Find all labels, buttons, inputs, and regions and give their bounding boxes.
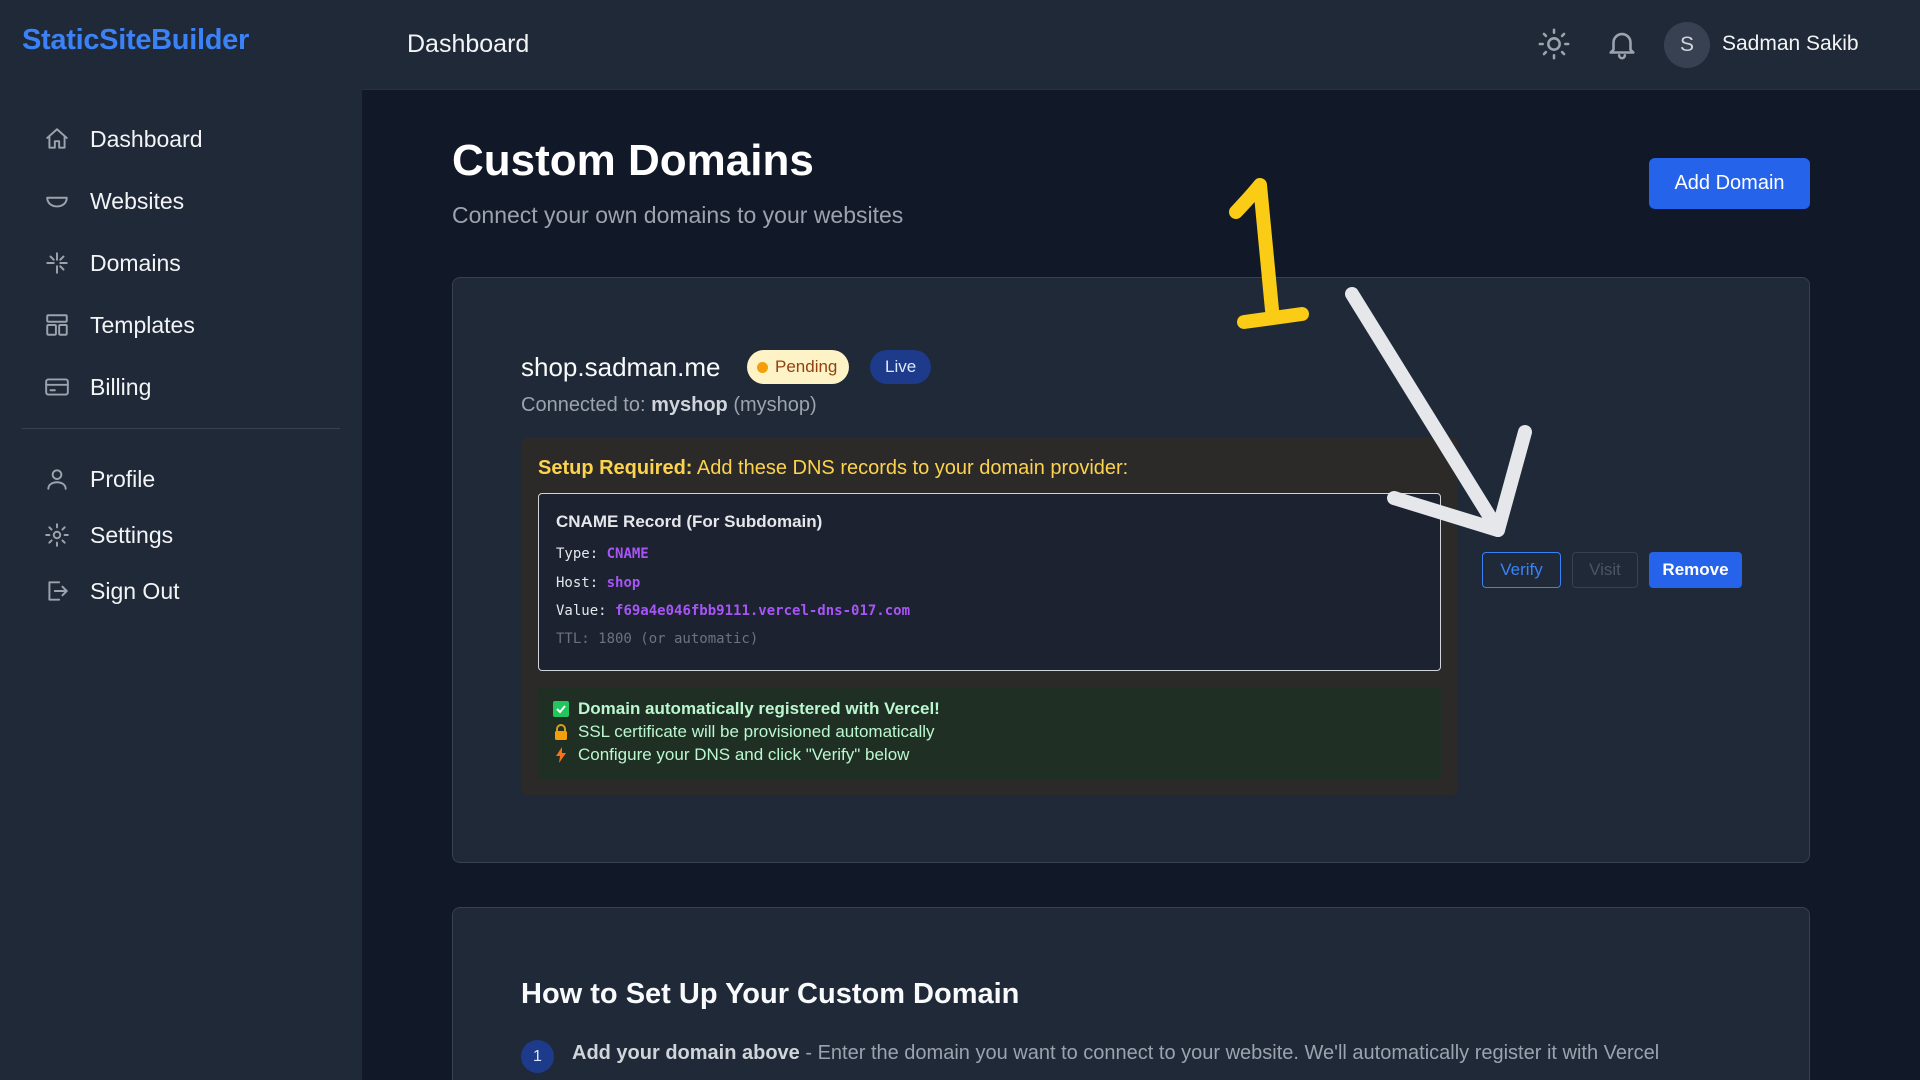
record-host: Host: shop: [556, 575, 640, 591]
record-value: Value: f69a4e046fbb9111.vercel-dns-017.c…: [556, 603, 910, 619]
home-icon: [46, 128, 68, 149]
bowl-icon: [46, 196, 68, 208]
sidebar-nav: Dashboard Websites Domains Templates Bil…: [22, 108, 340, 619]
lock-icon: [552, 724, 569, 741]
sidebar-item-label: Settings: [90, 521, 174, 548]
message-text: SSL certificate will be provisioned auto…: [578, 722, 935, 741]
domain-card: shop.sadman.me Pending Live Connected to…: [452, 277, 1810, 863]
sidebar-item-dashboard[interactable]: Dashboard: [22, 108, 340, 170]
sidebar-item-label: Domains: [90, 249, 181, 276]
record-type: Type: CNAME: [556, 546, 649, 562]
setup-label: Setup Required:: [538, 457, 693, 479]
record-host-label: Host:: [556, 575, 599, 591]
step-number: 1: [521, 1040, 554, 1073]
sun-icon: [1538, 28, 1570, 60]
step-text: Add your domain above - Enter the domain…: [572, 1042, 1659, 1065]
sign-out-icon: [48, 581, 68, 601]
step-bold: Add your domain above: [572, 1042, 800, 1064]
theme-toggle-button[interactable]: [1537, 27, 1571, 61]
setup-instruction: Add these DNS records to your domain pro…: [696, 457, 1129, 479]
sidebar-item-label: Templates: [90, 311, 195, 338]
status-badge-pending: Pending: [747, 350, 850, 384]
setup-required-panel: Setup Required: Add these DNS records to…: [521, 437, 1458, 795]
notifications-button[interactable]: [1605, 27, 1639, 61]
record-title: CNAME Record (For Subdomain): [556, 512, 823, 531]
message-text: Configure your DNS and click "Verify" be…: [578, 745, 910, 764]
connected-site: myshop: [651, 394, 728, 416]
sidebar-divider: [22, 428, 340, 429]
sparkle-icon: [46, 252, 68, 274]
page-title: Custom Domains: [452, 136, 814, 185]
sidebar-item-sign-out[interactable]: Sign Out: [22, 563, 340, 619]
dns-record-box: CNAME Record (For Subdomain) Type: CNAME…: [538, 493, 1441, 671]
brand-logo[interactable]: StaticSiteBuilder: [22, 24, 249, 57]
pending-label: Pending: [775, 357, 838, 376]
remove-button[interactable]: Remove: [1649, 552, 1742, 588]
sidebar-item-templates[interactable]: Templates: [22, 294, 340, 356]
sidebar-item-label: Billing: [90, 373, 152, 400]
connected-slug: (myshop): [733, 394, 817, 416]
step-description: - Enter the domain you want to connect t…: [799, 1042, 1660, 1064]
card-icon: [45, 378, 69, 396]
connected-prefix: Connected to:: [521, 394, 646, 416]
record-value-label: Value:: [556, 603, 607, 619]
sidebar-item-websites[interactable]: Websites: [22, 170, 340, 232]
success-messages: Domain automatically registered with Ver…: [538, 687, 1441, 779]
verify-button[interactable]: Verify: [1482, 552, 1561, 588]
sidebar-item-domains[interactable]: Domains: [22, 232, 340, 294]
message-text: Domain automatically registered with Ver…: [578, 699, 940, 718]
message-registered: Domain automatically registered with Ver…: [552, 699, 940, 719]
page-subtitle: Connect your own domains to your website…: [452, 202, 904, 228]
template-icon: [46, 314, 68, 336]
sidebar-item-settings[interactable]: Settings: [22, 507, 340, 563]
record-value-value[interactable]: f69a4e046fbb9111.vercel-dns-017.com: [615, 603, 910, 619]
gear-icon: [45, 523, 69, 547]
pending-dot-icon: [757, 361, 768, 373]
setup-guide-card: How to Set Up Your Custom Domain 1 Add y…: [452, 907, 1810, 1080]
user-icon: [47, 469, 67, 490]
status-badge-live: Live: [870, 350, 932, 384]
record-type-value[interactable]: CNAME: [607, 546, 649, 562]
message-configure: Configure your DNS and click "Verify" be…: [552, 745, 909, 765]
avatar[interactable]: S: [1664, 22, 1710, 68]
record-host-value[interactable]: shop: [607, 575, 641, 591]
sidebar-item-label: Profile: [90, 465, 156, 492]
sidebar-item-billing[interactable]: Billing: [22, 356, 340, 418]
user-name[interactable]: Sadman Sakib: [1722, 32, 1859, 56]
connected-to: Connected to: myshop (myshop): [521, 394, 817, 417]
sidebar-item-label: Dashboard: [90, 125, 203, 152]
bell-icon: [1609, 32, 1635, 60]
topbar: Dashboard S Sadman Sakib: [362, 0, 1920, 90]
domain-name: shop.sadman.me: [521, 352, 721, 382]
setup-required-text: Setup Required: Add these DNS records to…: [538, 457, 1128, 480]
page-header-title: Dashboard: [407, 30, 530, 58]
check-icon: [552, 701, 569, 718]
sidebar-item-profile[interactable]: Profile: [22, 451, 340, 507]
add-domain-button[interactable]: Add Domain: [1649, 158, 1810, 209]
visit-button[interactable]: Visit: [1572, 552, 1638, 588]
message-ssl: SSL certificate will be provisioned auto…: [552, 722, 935, 742]
guide-title: How to Set Up Your Custom Domain: [521, 978, 1020, 1010]
record-ttl: TTL: 1800 (or automatic): [556, 631, 759, 647]
sidebar-item-label: Sign Out: [90, 577, 180, 604]
sidebar-item-label: Websites: [90, 187, 185, 214]
sidebar: StaticSiteBuilder Dashboard Websites Dom…: [0, 0, 362, 1080]
lightning-icon: [552, 747, 569, 764]
record-type-label: Type:: [556, 546, 599, 562]
